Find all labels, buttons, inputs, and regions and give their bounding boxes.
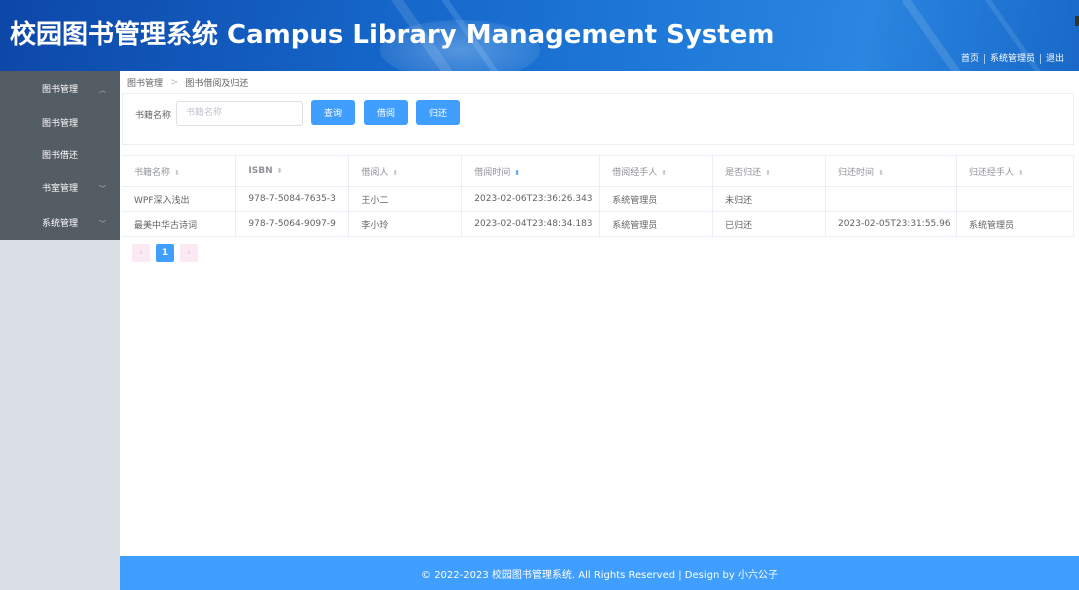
breadcrumb-root[interactable]: 图书管理: [127, 76, 163, 89]
mouse-cursor-icon: [1075, 16, 1079, 26]
table-header-row: 书籍名称 ⬍ ISBN ⬍ 借阅人 ⬍ 借阅时间 ⬍ 借阅经手人 ⬍ 是否归还 ⬍ 归还时间…: [122, 155, 1074, 187]
sort-icon: ⬍: [878, 168, 884, 177]
column-header-borrow-time[interactable]: 借阅时间 ⬍: [461, 155, 601, 187]
query-button[interactable]: 查询: [311, 100, 355, 125]
breadcrumb-current: 图书借阅及归还: [185, 79, 249, 89]
main-content: 图书管理 > 图书借阅及归还 书籍名称 书籍名称 查询 借阅 归还 书籍名称 ⬍ …: [120, 71, 1079, 556]
pagination-page-button[interactable]: 1: [156, 244, 174, 262]
table-cell: 978-7-5064-9097-9: [235, 211, 350, 237]
app-footer: © 2022-2023 校园图书管理系统. All Rights Reserve…: [120, 556, 1079, 590]
app-title: 校园图书管理系统 Campus Library Management Syste…: [10, 20, 775, 50]
sidebar-menu-book-management[interactable]: 图书管理 ︿: [0, 71, 120, 106]
app-header: 校园图书管理系统 Campus Library Management Syste…: [0, 0, 1079, 71]
sidebar-menu-label: 系统管理: [41, 219, 78, 229]
nav-logout-link[interactable]: 退出: [1041, 53, 1069, 65]
sidebar: 图书管理 ︿ 图书管理 图书借还 书室管理 ﹀ 系统管理 ﹀: [0, 71, 120, 590]
sidebar-item-book-borrow-return[interactable]: 图书借还: [0, 138, 120, 170]
table-cell: 2023-02-05T23:31:55.96: [825, 211, 958, 237]
nav-user-link[interactable]: 系统管理员: [985, 53, 1040, 65]
table-cell: 系统管理员: [599, 211, 714, 237]
footer-text: © 2022-2023 校园图书管理系统. All Rights Reserve…: [421, 569, 778, 581]
column-header-book-name[interactable]: 书籍名称 ⬍: [122, 155, 237, 187]
table-cell: WPF深入浅出: [122, 186, 237, 212]
sidebar-menu-label: 图书管理: [41, 85, 78, 95]
table-cell: 系统管理员: [599, 186, 714, 212]
search-panel: 书籍名称 书籍名称 查询 借阅 归还: [122, 93, 1074, 145]
sort-icon: ⬍: [392, 168, 399, 177]
table-cell: [825, 186, 958, 212]
chevron-up-icon: ︿: [99, 86, 106, 94]
sidebar-item-book-management[interactable]: 图书管理: [0, 106, 120, 138]
return-button[interactable]: 归还: [416, 100, 460, 125]
column-header-borrow-handler[interactable]: 借阅经手人 ⬍: [599, 155, 714, 187]
column-header-return-time[interactable]: 归还时间 ⬍: [825, 155, 958, 187]
chevron-down-icon: ﹀: [99, 185, 106, 193]
chevron-right-icon: >: [170, 77, 179, 88]
table-cell: 未归还: [712, 186, 827, 212]
nav-home-link[interactable]: 首页: [956, 53, 984, 65]
column-header-isbn[interactable]: ISBN ⬍: [235, 155, 350, 187]
sidebar-item-label: 图书管理: [41, 118, 78, 129]
table-cell: 最美中华古诗词: [122, 211, 237, 237]
top-nav: 首页 系统管理员 退出: [956, 53, 1069, 65]
sort-icon: ⬍: [514, 168, 521, 177]
sort-icon: ⬍: [276, 167, 283, 175]
sort-icon: ⬍: [1018, 168, 1024, 177]
table-cell: 系统管理员: [956, 211, 1074, 237]
table-cell: [956, 186, 1074, 212]
search-input[interactable]: 书籍名称: [176, 101, 303, 126]
table-row[interactable]: WPF深入浅出 978-7-5084-7635-3 王小二 2023-02-06…: [122, 186, 1074, 212]
chevron-down-icon: ﹀: [99, 220, 106, 228]
column-header-return-handler[interactable]: 归还经手人 ⬍: [956, 155, 1074, 187]
table-cell: 2023-02-04T23:48:34.183: [461, 211, 601, 237]
column-header-borrower[interactable]: 借阅人 ⬍: [348, 155, 463, 187]
pagination-next-button[interactable]: ›: [180, 244, 198, 262]
table-row[interactable]: 最美中华古诗词 978-7-5064-9097-9 李小玲 2023-02-04…: [122, 211, 1074, 237]
borrow-button[interactable]: 借阅: [364, 100, 408, 125]
column-header-returned[interactable]: 是否归还 ⬍: [712, 155, 827, 187]
sort-icon: ⬍: [661, 168, 668, 177]
sidebar-menu: 图书管理 ︿ 图书管理 图书借还 书室管理 ﹀ 系统管理 ﹀: [0, 71, 120, 240]
sidebar-menu-system-management[interactable]: 系统管理 ﹀: [0, 205, 120, 240]
breadcrumb: 图书管理 > 图书借阅及归还: [127, 76, 248, 89]
table-cell: 2023-02-06T23:36:26.343: [461, 186, 601, 212]
pagination: ‹ 1 ›: [132, 244, 198, 262]
sort-icon: ⬍: [765, 168, 772, 177]
sidebar-menu-room-management[interactable]: 书室管理 ﹀: [0, 170, 120, 205]
sort-icon: ⬍: [174, 168, 180, 177]
sidebar-item-label: 图书借还: [41, 150, 78, 161]
pagination-prev-button[interactable]: ‹: [132, 244, 150, 262]
search-label: 书籍名称: [135, 111, 172, 121]
table-cell: 978-7-5084-7635-3: [235, 186, 350, 212]
table-cell: 王小二: [348, 186, 463, 212]
borrow-records-table: 书籍名称 ⬍ ISBN ⬍ 借阅人 ⬍ 借阅时间 ⬍ 借阅经手人 ⬍ 是否归还 ⬍ 归还时间…: [122, 155, 1074, 237]
table-cell: 已归还: [712, 211, 827, 237]
sidebar-menu-label: 书室管理: [41, 184, 78, 194]
table-cell: 李小玲: [348, 211, 463, 237]
